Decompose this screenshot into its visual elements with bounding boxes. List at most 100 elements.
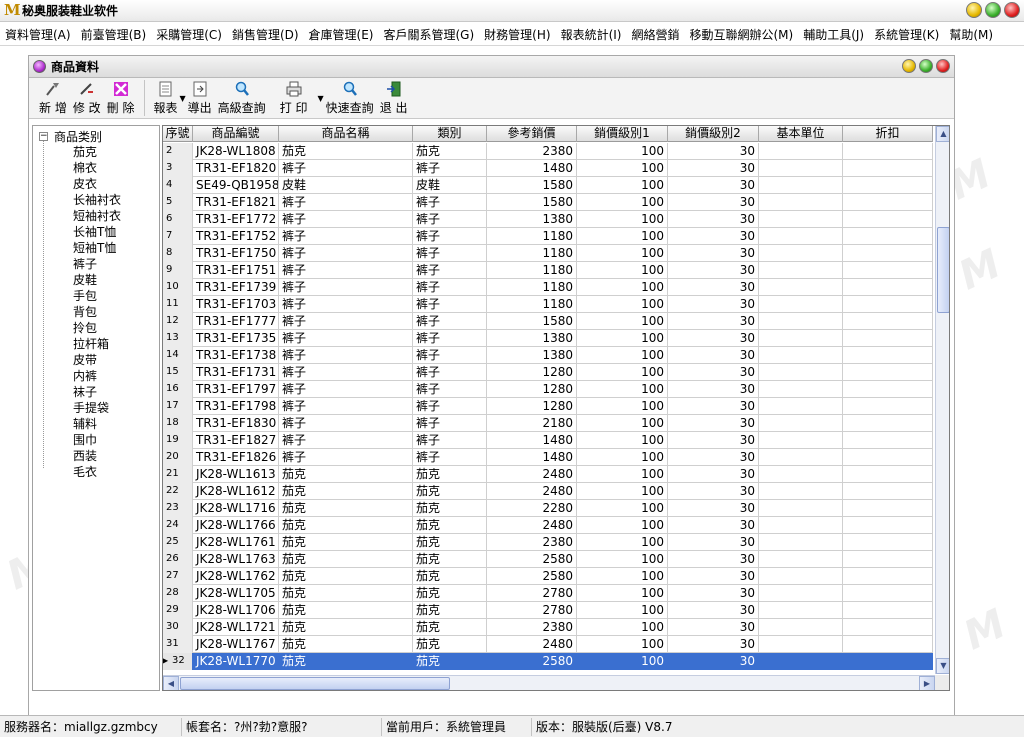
table-row[interactable]: 32JK28-WL1770茄克茄克258010030 xyxy=(163,653,933,670)
advanced-query-button[interactable]: 高級查詢 xyxy=(218,78,266,116)
menu-item[interactable]: 系統管理(K) xyxy=(869,26,944,43)
collapse-icon[interactable]: − xyxy=(39,132,48,141)
close-icon[interactable] xyxy=(936,59,950,73)
menu-item[interactable]: 幫助(M) xyxy=(944,26,998,43)
menu-item[interactable]: 倉庫管理(E) xyxy=(304,26,379,43)
tree-item[interactable]: 背包 xyxy=(73,304,121,320)
column-header[interactable]: 參考銷價 xyxy=(487,126,577,142)
horizontal-scroll-thumb[interactable] xyxy=(180,677,450,690)
table-row[interactable]: 6 TR31-EF1772 裤子 裤子 1380 100 30 xyxy=(163,211,933,228)
quick-query-button[interactable]: 快速查詢 xyxy=(326,78,374,116)
column-header[interactable]: 銷價級別2 xyxy=(668,126,759,142)
tree-item[interactable]: 长袖T恤 xyxy=(73,224,121,240)
table-row[interactable]: 31 JK28-WL1767 茄克 茄克 2480 100 30 xyxy=(163,636,933,653)
menu-item[interactable]: 采購管理(C) xyxy=(151,26,227,43)
menu-item[interactable]: 資料管理(A) xyxy=(0,26,76,43)
table-row[interactable]: 25 JK28-WL1761 茄克 茄克 2380 100 30 xyxy=(163,534,933,551)
scroll-down-icon[interactable]: ▼ xyxy=(936,658,949,674)
table-row[interactable]: 24 JK28-WL1766 茄克 茄克 2480 100 30 xyxy=(163,517,933,534)
table-row[interactable]: 12 TR31-EF1777 裤子 裤子 1580 100 30 xyxy=(163,313,933,330)
table-row[interactable]: 14 TR31-EF1738 裤子 裤子 1380 100 30 xyxy=(163,347,933,364)
edit-button[interactable]: 修 改 xyxy=(73,78,101,116)
add-button[interactable]: 新 增 xyxy=(39,78,67,116)
column-header[interactable]: 折扣 xyxy=(843,126,933,142)
column-header[interactable]: 基本單位 xyxy=(759,126,843,142)
table-row[interactable]: 27 JK28-WL1762 茄克 茄克 2580 100 30 xyxy=(163,568,933,585)
tree-item[interactable]: 拎包 xyxy=(73,320,121,336)
tree-item[interactable]: 短袖衬衣 xyxy=(73,208,121,224)
table-row[interactable]: 20 TR31-EF1826 裤子 裤子 1480 100 30 xyxy=(163,449,933,466)
tree-item[interactable]: 手包 xyxy=(73,288,121,304)
menu-item[interactable]: 客戶關系管理(G) xyxy=(379,26,480,43)
tree-item[interactable]: 棉衣 xyxy=(73,160,121,176)
menu-item[interactable]: 前臺管理(B) xyxy=(76,26,152,43)
tree-item[interactable]: 茄克 xyxy=(73,144,121,160)
vertical-scrollbar[interactable]: ▲ ▼ xyxy=(935,126,949,674)
table-row[interactable]: 11 TR31-EF1703 裤子 裤子 1180 100 30 xyxy=(163,296,933,313)
maximize-icon[interactable] xyxy=(985,2,1001,18)
table-row[interactable]: 21 JK28-WL1613 茄克 茄克 2480 100 30 xyxy=(163,466,933,483)
tree-item[interactable]: 皮衣 xyxy=(73,176,121,192)
table-row[interactable]: 26 JK28-WL1763 茄克 茄克 2580 100 30 xyxy=(163,551,933,568)
maximize-icon[interactable] xyxy=(919,59,933,73)
table-row[interactable]: 5 TR31-EF1821 裤子 裤子 1580 100 30 xyxy=(163,194,933,211)
scroll-up-icon[interactable]: ▲ xyxy=(936,126,949,142)
tree-item[interactable]: 裤子 xyxy=(73,256,121,272)
table-row[interactable]: 30 JK28-WL1721 茄克 茄克 2380 100 30 xyxy=(163,619,933,636)
table-row[interactable]: 3 TR31-EF1820 裤子 裤子 1480 100 30 xyxy=(163,160,933,177)
print-button[interactable]: 打 印 xyxy=(280,78,308,116)
column-header[interactable]: 商品名稱 xyxy=(279,126,413,142)
tree-item[interactable]: 拉杆箱 xyxy=(73,336,121,352)
category-tree[interactable]: − 商品类别 茄克 棉衣 皮衣 长袖衬衣 短袖衬衣 长袖T恤 短袖T恤 裤子 皮鞋 手包 背包 拎包拉… xyxy=(32,125,160,691)
minimize-icon[interactable] xyxy=(966,2,982,18)
column-header[interactable]: 銷價級別1 xyxy=(577,126,668,142)
tree-item[interactable]: 短袖T恤 xyxy=(73,240,121,256)
menu-item[interactable]: 網絡營銷 xyxy=(626,26,684,43)
tree-item[interactable]: 手提袋 xyxy=(73,400,121,416)
table-row[interactable]: 18 TR31-EF1830 裤子 裤子 2180 100 30 xyxy=(163,415,933,432)
tree-item[interactable]: 西装 xyxy=(73,448,121,464)
menu-item[interactable]: 輔助工具(J) xyxy=(798,26,869,43)
table-row[interactable]: 29 JK28-WL1706 茄克 茄克 2780 100 30 xyxy=(163,602,933,619)
close-icon[interactable] xyxy=(1004,2,1020,18)
exit-button[interactable]: 退 出 xyxy=(380,78,408,116)
column-header[interactable]: 類別 xyxy=(413,126,487,142)
minimize-icon[interactable] xyxy=(902,59,916,73)
horizontal-scrollbar[interactable]: ◀ ▶ xyxy=(163,675,935,690)
table-row[interactable]: 16 TR31-EF1797 裤子 裤子 1280 100 30 xyxy=(163,381,933,398)
table-row[interactable]: 19 TR31-EF1827 裤子 裤子 1480 100 30 xyxy=(163,432,933,449)
tree-item[interactable]: 围巾 xyxy=(73,432,121,448)
column-header[interactable]: 商品編號 xyxy=(193,126,279,142)
menu-item[interactable]: 移動互聯網辦公(M) xyxy=(684,26,798,43)
table-row[interactable]: 9 TR31-EF1751 裤子 裤子 1180 100 30 xyxy=(163,262,933,279)
column-header[interactable]: 序號 xyxy=(163,126,193,142)
table-row[interactable]: 10 TR31-EF1739 裤子 裤子 1180 100 30 xyxy=(163,279,933,296)
scroll-left-icon[interactable]: ◀ xyxy=(163,676,179,690)
tree-item[interactable]: 皮鞋 xyxy=(73,272,121,288)
tree-item[interactable]: 皮带 xyxy=(73,352,121,368)
table-row[interactable]: 17 TR31-EF1798 裤子 裤子 1280 100 30 xyxy=(163,398,933,415)
tree-item[interactable]: 长袖衬衣 xyxy=(73,192,121,208)
tree-item[interactable]: 毛衣 xyxy=(73,464,121,480)
tree-item[interactable]: 袜子 xyxy=(73,384,121,400)
report-button[interactable]: 報表 xyxy=(153,78,178,116)
report-dropdown-icon[interactable]: ▼ xyxy=(180,94,186,103)
table-row[interactable]: 8 TR31-EF1750 裤子 裤子 1180 100 30 xyxy=(163,245,933,262)
table-row[interactable]: 4 SE49-QB1958 皮鞋 皮鞋 1580 100 30 xyxy=(163,177,933,194)
menu-item[interactable]: 銷售管理(D) xyxy=(227,26,304,43)
tree-item[interactable]: 辅料 xyxy=(73,416,121,432)
tree-item[interactable]: 内裤 xyxy=(73,368,121,384)
menu-item[interactable]: 報表統計(I) xyxy=(556,26,627,43)
table-row[interactable]: 23 JK28-WL1716 茄克 茄克 2280 100 30 xyxy=(163,500,933,517)
table-row[interactable]: 28 JK28-WL1705 茄克 茄克 2780 100 30 xyxy=(163,585,933,602)
tree-root[interactable]: − 商品类别 xyxy=(39,128,102,145)
table-row[interactable]: 15 TR31-EF1731 裤子 裤子 1280 100 30 xyxy=(163,364,933,381)
table-row[interactable]: 22 JK28-WL1612 茄克 茄克 2480 100 30 xyxy=(163,483,933,500)
table-row[interactable]: 13 TR31-EF1735 裤子 裤子 1380 100 30 xyxy=(163,330,933,347)
print-dropdown-icon[interactable]: ▼ xyxy=(318,94,324,103)
scroll-right-icon[interactable]: ▶ xyxy=(919,676,935,690)
vertical-scroll-thumb[interactable] xyxy=(937,227,949,313)
table-row[interactable]: 7 TR31-EF1752 裤子 裤子 1180 100 30 xyxy=(163,228,933,245)
table-row[interactable]: 2 JK28-WL1808 茄克 茄克 2380 100 30 xyxy=(163,143,933,160)
delete-button[interactable]: 刪 除 xyxy=(107,78,134,116)
